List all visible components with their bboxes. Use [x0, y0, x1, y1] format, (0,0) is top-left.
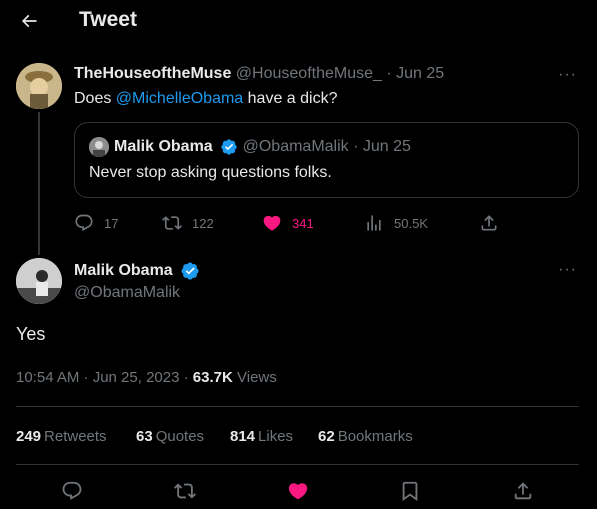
like-count: 341: [292, 215, 314, 231]
bottom-like-button[interactable]: [287, 480, 309, 507]
reply-handle[interactable]: @HouseoftheMuse_: [236, 65, 382, 82]
timestamp[interactable]: 10:54 AM · Jun 25, 2023 ·: [16, 369, 189, 386]
retweet-button[interactable]: 122: [162, 213, 214, 233]
quote-avatar-image: [89, 137, 109, 157]
likes-total: 814: [230, 428, 256, 445]
verified-badge-icon: [181, 262, 199, 280]
reply-more-button[interactable]: ···: [558, 66, 577, 84]
bookmarks-label: Bookmarks: [337, 428, 413, 445]
bottom-bookmark-button[interactable]: [399, 480, 421, 507]
heart-filled-icon: [263, 215, 281, 231]
main-tweet-name-row: Malik Obama: [74, 261, 200, 281]
retweet-icon: [162, 216, 182, 230]
avatar-malik-obama[interactable]: [16, 258, 62, 304]
reply-icon: [75, 214, 93, 232]
reply-button[interactable]: 17: [74, 213, 118, 233]
back-button[interactable]: [16, 8, 42, 34]
stat-retweets[interactable]: 249 Retweets: [16, 428, 107, 445]
main-avatar-image: [16, 258, 62, 304]
retweet-icon: [174, 483, 196, 499]
bookmarks-total: 62: [318, 428, 335, 445]
quote-display-name: Malik Obama: [114, 138, 213, 156]
divider-bottom: [16, 464, 579, 465]
views-total: 63.7K: [192, 369, 233, 386]
avatar-image: [16, 63, 62, 109]
page-title: Tweet: [79, 8, 137, 31]
main-display-name[interactable]: Malik Obama: [74, 262, 173, 279]
quote-text: Never stop asking questions folks.: [89, 164, 332, 181]
quoted-tweet[interactable]: [74, 122, 579, 198]
mention-link[interactable]: @MichelleObama: [116, 90, 243, 107]
verified-badge-icon: [221, 139, 237, 155]
bottom-retweet-button[interactable]: [174, 480, 196, 507]
thread-line: [38, 112, 40, 255]
stat-likes[interactable]: 814 Likes: [230, 428, 293, 445]
main-more-button[interactable]: ···: [558, 261, 577, 279]
views-count: 50.5K: [394, 215, 428, 231]
reply-tweet-text: Does @MichelleObama have a dick?: [74, 90, 337, 108]
divider-top: [16, 406, 579, 407]
likes-label: Likes: [258, 428, 294, 445]
quotes-label: Quotes: [155, 428, 205, 445]
reply-tweet-header: TheHouseoftheMuse @HouseoftheMuse_ · Jun…: [74, 65, 444, 83]
analytics-icon: [367, 215, 381, 231]
quote-header: Malik Obama @ObamaMalik · Jun 25: [114, 138, 411, 156]
stat-quotes[interactable]: 63 Quotes: [136, 428, 204, 445]
arrow-left-icon: [21, 14, 37, 28]
reply-text-prefix: Does: [74, 90, 116, 107]
main-tweet-text: Yes: [16, 324, 46, 344]
share-button[interactable]: [479, 213, 509, 233]
share-icon: [514, 482, 532, 500]
quote-handle: @ObamaMalik: [242, 138, 349, 156]
reply-actions: 17 122 341 50.5K: [74, 213, 579, 233]
retweet-count: 122: [192, 215, 214, 231]
main-tweet-meta: 10:54 AM · Jun 25, 2023 · 63.7K Views: [16, 369, 277, 386]
reply-icon: [62, 481, 82, 500]
bookmark-icon: [402, 481, 418, 502]
quotes-total: 63: [136, 428, 153, 445]
reply-display-name[interactable]: TheHouseoftheMuse: [74, 65, 231, 82]
stat-bookmarks[interactable]: 62 Bookmarks: [318, 428, 413, 445]
reply-count: 17: [104, 215, 119, 231]
heart-filled-icon: [288, 483, 308, 500]
reply-text-suffix: have a dick?: [243, 90, 338, 107]
share-icon: [481, 215, 497, 231]
views-button[interactable]: 50.5K: [364, 213, 428, 233]
quote-avatar: [89, 137, 109, 157]
reply-date[interactable]: · Jun 25: [386, 65, 444, 82]
retweets-label: Retweets: [44, 428, 107, 445]
avatar-houseofthemuse[interactable]: [16, 63, 62, 109]
bottom-reply-button[interactable]: [61, 480, 83, 507]
like-button[interactable]: 341: [262, 213, 314, 233]
main-handle[interactable]: @ObamaMalik: [74, 284, 180, 302]
quote-date: · Jun 25: [353, 138, 411, 156]
bottom-share-button[interactable]: [512, 480, 534, 507]
views-label: Views: [237, 369, 277, 386]
retweets-total: 249: [16, 428, 42, 445]
